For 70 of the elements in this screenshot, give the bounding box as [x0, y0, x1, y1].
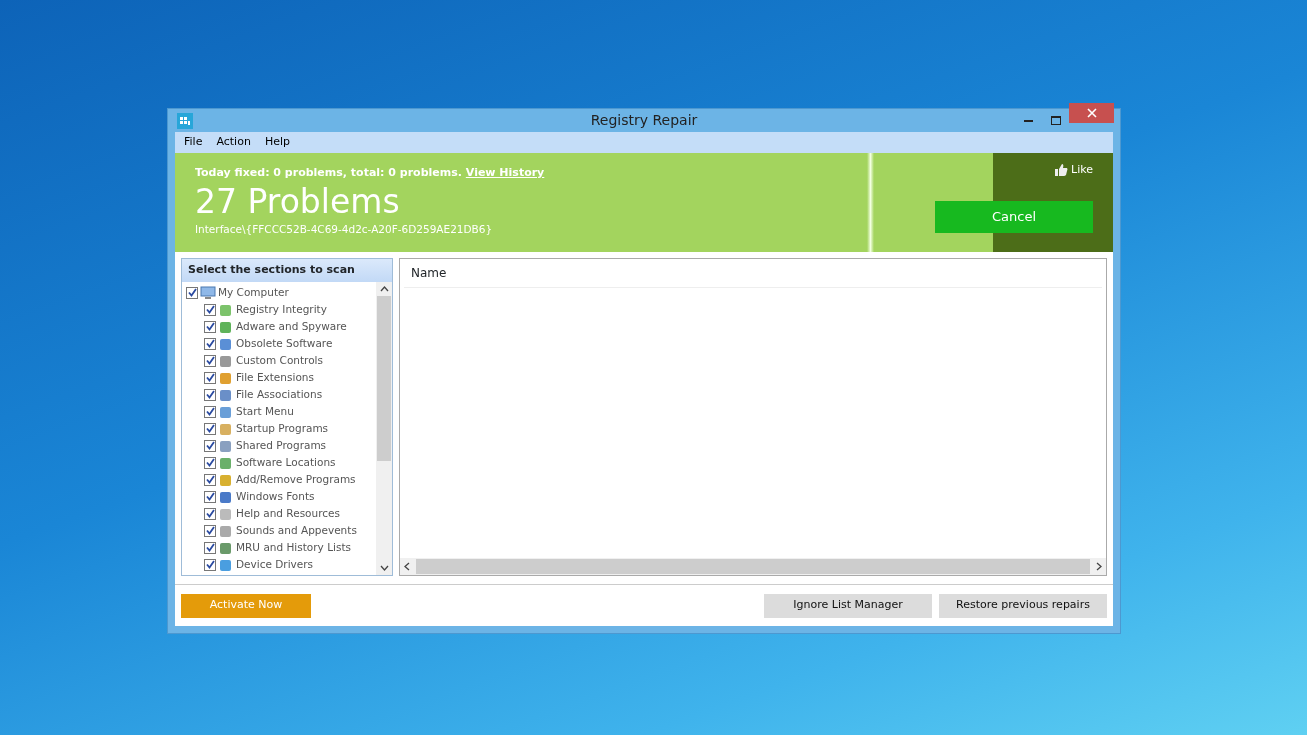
checkbox[interactable] — [204, 405, 216, 418]
section-label[interactable]: Software Locations — [236, 454, 336, 471]
menu-item[interactable]: Action — [211, 134, 256, 151]
column-header[interactable]: Name — [404, 259, 1102, 288]
checkbox[interactable] — [204, 337, 216, 350]
ignore-list-manager-button[interactable]: Ignore List Manager — [764, 593, 932, 618]
minimize-icon — [1024, 119, 1033, 122]
horizontal-scrollbar[interactable] — [400, 558, 1106, 575]
section-label[interactable]: Startup Programs — [236, 420, 329, 437]
section-icon — [218, 438, 234, 453]
checkbox[interactable] — [204, 371, 216, 384]
computer-icon — [200, 285, 216, 300]
checkbox[interactable] — [204, 439, 216, 452]
app-icon — [177, 112, 193, 129]
section-label[interactable]: Add/Remove Programs — [236, 471, 356, 488]
checkbox[interactable] — [204, 524, 216, 537]
checkbox[interactable] — [204, 541, 216, 554]
section-label[interactable]: Obsolete Software — [236, 335, 333, 352]
checkbox[interactable] — [204, 388, 216, 401]
section-icon — [218, 421, 234, 436]
section-icon — [218, 302, 234, 317]
section-icon — [218, 523, 234, 538]
section-icon — [218, 506, 234, 521]
like-button[interactable]: Like — [1049, 161, 1099, 180]
section-icon — [218, 472, 234, 487]
window-title: Registry Repair — [590, 112, 698, 128]
checkbox[interactable] — [204, 507, 216, 520]
menu-item[interactable]: Help — [259, 134, 295, 151]
thumbs-up-icon — [1055, 164, 1068, 177]
vertical-scrollbar[interactable] — [376, 282, 392, 575]
section-icon — [218, 404, 234, 419]
menu-item[interactable]: File — [179, 134, 208, 151]
section-label[interactable]: Windows Fonts — [236, 488, 315, 505]
checkbox[interactable] — [204, 558, 216, 571]
section-label[interactable]: Registry Integrity — [236, 301, 327, 318]
panel-title: Select the sections to scan — [182, 259, 392, 282]
problem-count: 27 Problems — [195, 181, 401, 222]
checkbox[interactable] — [204, 490, 216, 503]
restore-repairs-button[interactable]: Restore previous repairs — [939, 593, 1107, 618]
checkbox[interactable] — [204, 303, 216, 316]
section-label[interactable]: Device Drivers — [236, 556, 314, 573]
section-label[interactable]: File Associations — [236, 386, 323, 403]
section-icon — [218, 353, 234, 368]
section-icon — [218, 336, 234, 351]
section-label[interactable]: File Extensions — [236, 369, 314, 386]
checkbox[interactable] — [204, 320, 216, 333]
close-icon — [1086, 107, 1097, 118]
checkbox[interactable] — [204, 473, 216, 486]
section-label[interactable]: Help and Resources — [236, 505, 340, 522]
summary-text: Today fixed: 0 problems, total: 0 problems. — [195, 166, 462, 179]
section-icon — [218, 489, 234, 504]
section-icon — [218, 387, 234, 402]
section-icon — [218, 370, 234, 385]
section-label[interactable]: Custom Controls — [236, 352, 323, 369]
section-icon — [218, 319, 234, 334]
checkbox[interactable] — [204, 354, 216, 367]
checkbox[interactable] — [204, 422, 216, 435]
section-icon — [218, 455, 234, 470]
section-label[interactable]: Adware and Spyware — [236, 318, 347, 335]
section-label[interactable]: MRU and History Lists — [236, 539, 351, 556]
section-icon — [218, 557, 234, 572]
checkbox[interactable] — [204, 456, 216, 469]
checkbox[interactable] — [186, 286, 198, 299]
maximize-icon — [1050, 116, 1061, 125]
section-label[interactable]: Start Menu — [236, 403, 294, 420]
registry-key-text: Interface\{FFCCC52B-4C69-4d2c-A20F-6D259AE21DB6} — [195, 221, 494, 237]
section-label[interactable]: My Computer — [218, 284, 289, 301]
section-label[interactable]: Shared Programs — [236, 437, 327, 454]
section-label[interactable]: Sounds and Appevents — [236, 522, 357, 539]
section-icon — [218, 540, 234, 555]
